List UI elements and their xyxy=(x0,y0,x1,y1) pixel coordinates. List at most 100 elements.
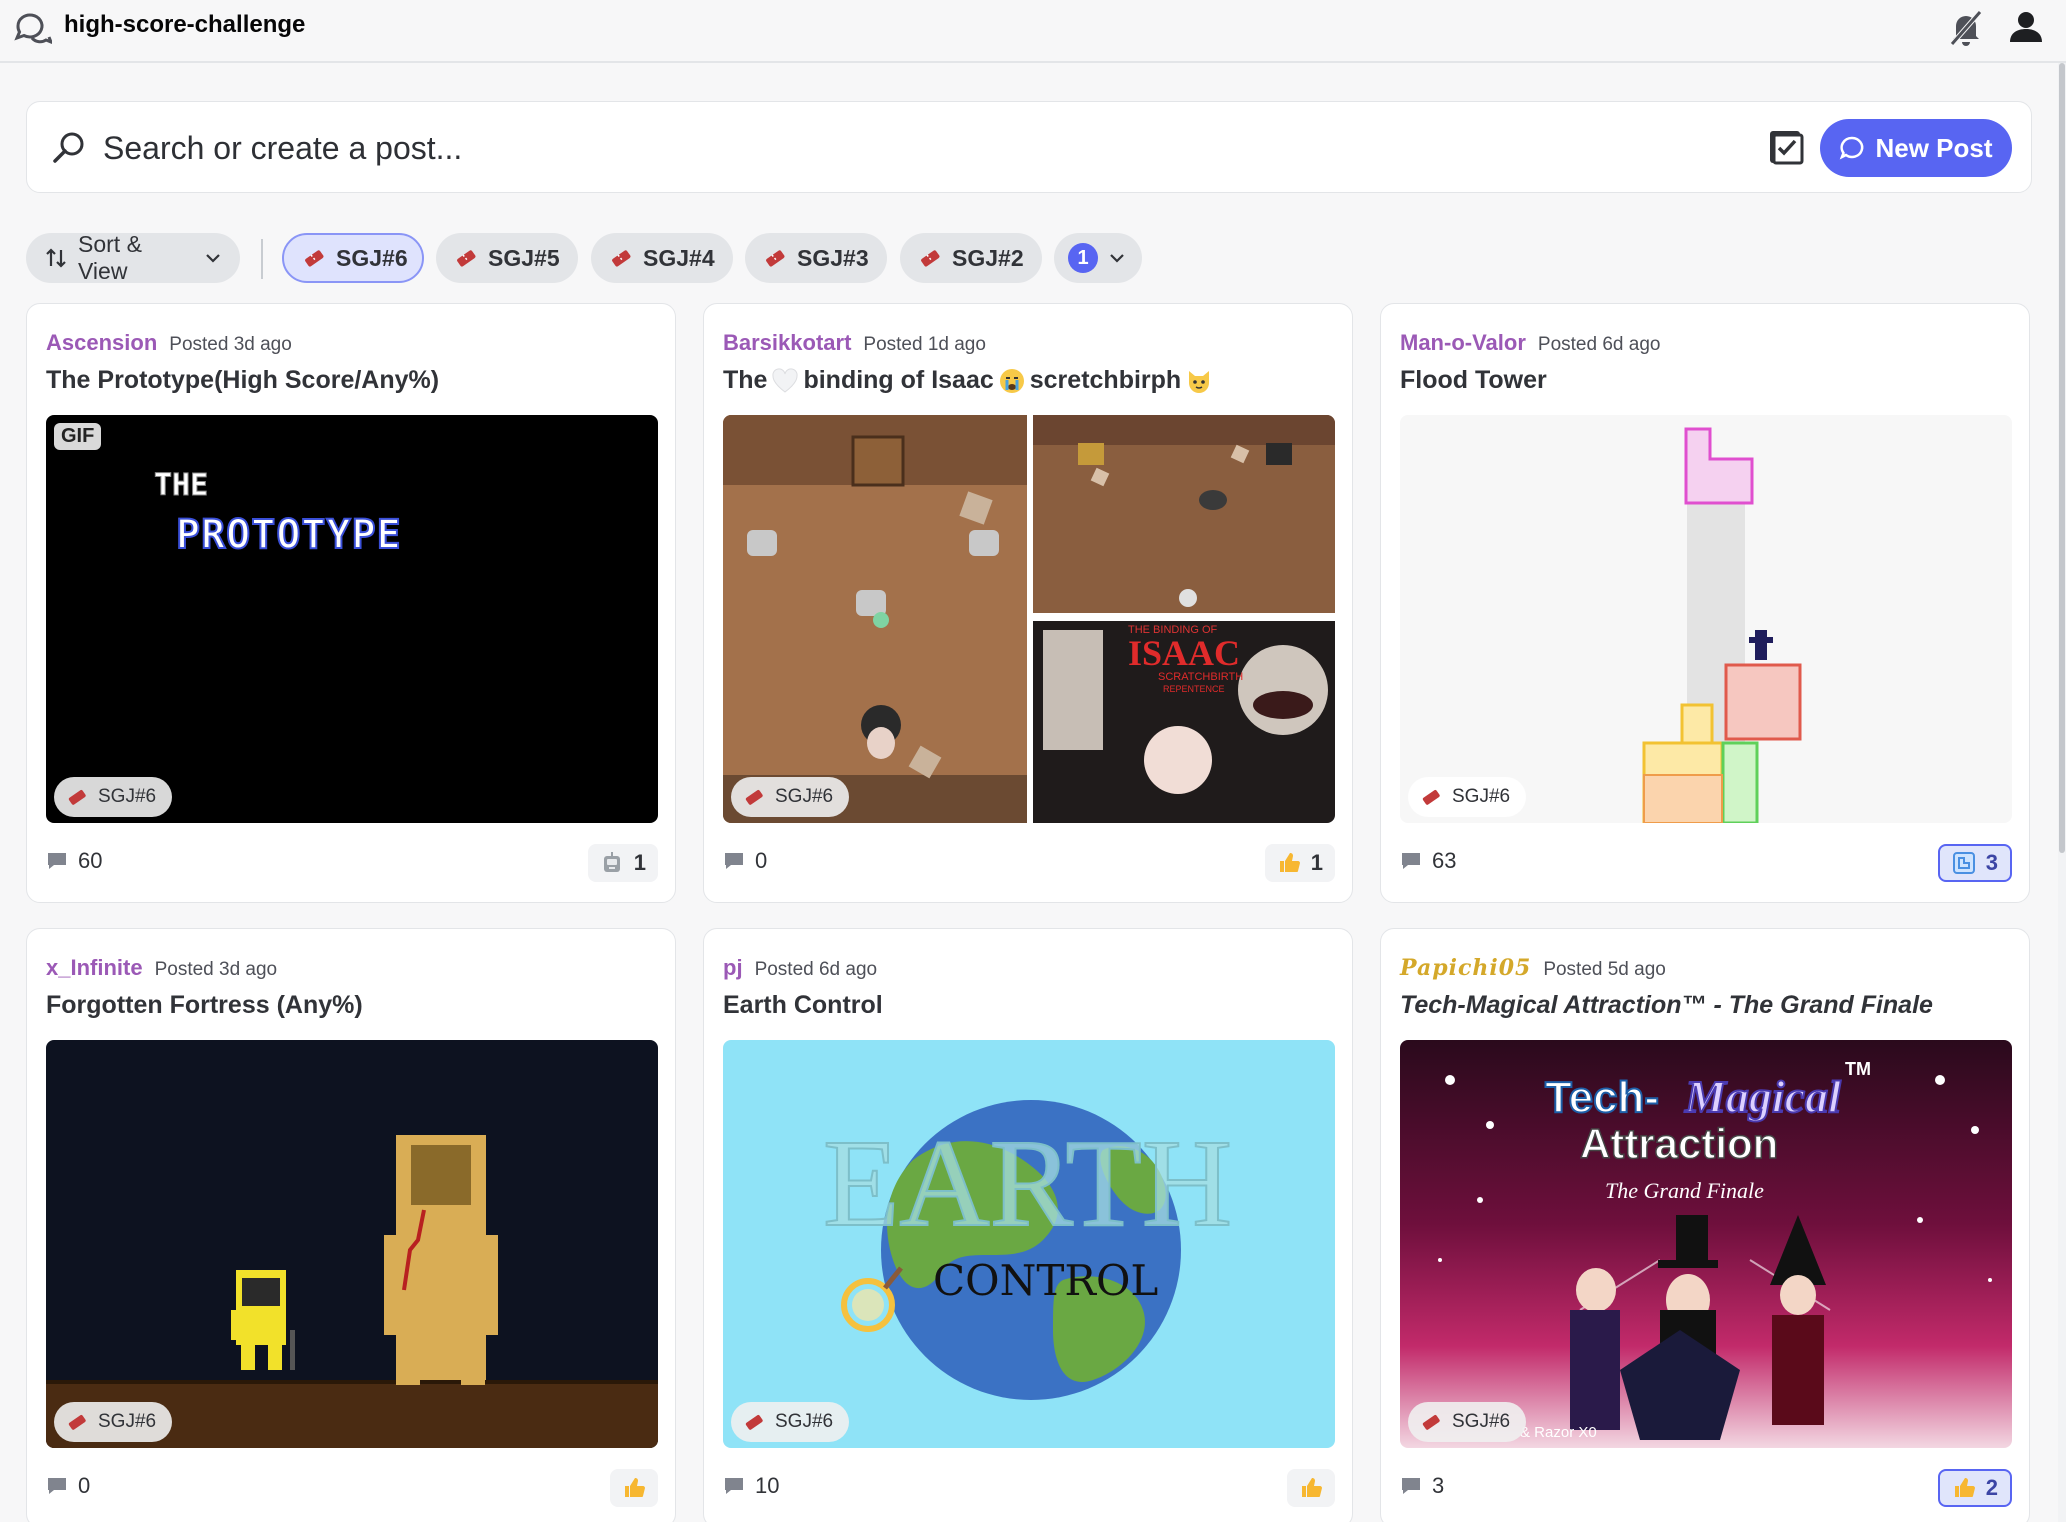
sort-view-button[interactable]: Sort & View xyxy=(26,231,240,284)
notifications-muted-icon[interactable] xyxy=(1944,6,1988,50)
reaction-button[interactable]: 1 xyxy=(587,844,658,882)
post-card[interactable]: Ascension Posted 3d ago The Prototype(Hi… xyxy=(26,303,676,903)
tag-filter-sgj5[interactable]: SGJ#5 xyxy=(436,233,578,283)
white-heart-icon xyxy=(771,367,799,394)
tag-label: SGJ#6 xyxy=(775,786,834,807)
comment-count-value: 0 xyxy=(755,848,768,873)
more-tags-dropdown[interactable]: 1 xyxy=(1054,233,1142,283)
post-card[interactable]: Barsikkotart Posted 1d ago The binding o… xyxy=(703,303,1353,903)
reaction-button[interactable] xyxy=(1287,1469,1335,1507)
thumbs-up-icon xyxy=(1277,851,1301,875)
media-text-prototype: PROTOTYPE xyxy=(176,512,402,558)
ticket-icon xyxy=(1420,786,1442,808)
post-thumbnail[interactable]: SGJ#6 xyxy=(1400,415,2012,823)
post-timestamp: Posted 3d ago xyxy=(154,959,278,980)
media-text-attraction: Attraction xyxy=(1580,1120,1778,1167)
post-meta: Man-o-Valor Posted 6d ago xyxy=(1400,330,1660,360)
checklist-icon[interactable] xyxy=(1765,126,1807,168)
media-text-razor: & Razor X0 xyxy=(1520,1424,1597,1441)
sort-view-label: Sort & View xyxy=(78,231,142,284)
post-meta: Barsikkotart Posted 1d ago xyxy=(723,330,986,360)
reaction-button[interactable]: 2 xyxy=(1937,1469,2012,1507)
post-tag: SGJ#6 xyxy=(54,777,173,817)
comment-count: 0 xyxy=(723,848,767,874)
post-tag: SGJ#6 xyxy=(731,1402,850,1442)
post-card[interactable]: Man-o-Valor Posted 6d ago Flood Tower SG… xyxy=(1380,303,2030,903)
chevron-down-icon xyxy=(204,249,222,267)
post-thumbnail[interactable]: Tech- Magical TM Attraction The Grand Fi… xyxy=(1400,1040,2012,1448)
ticket-icon xyxy=(66,1411,88,1433)
search-bar: New Post xyxy=(26,101,2032,193)
post-author[interactable]: x_Infinite xyxy=(46,955,143,981)
comment-icon xyxy=(723,850,745,872)
ticket-icon xyxy=(454,246,478,270)
post-thumbnail[interactable]: SGJ#6 xyxy=(46,1040,658,1448)
post-author[interactable]: Ascension xyxy=(46,330,157,356)
selected-count-badge: 1 xyxy=(1068,243,1098,273)
reaction-count: 1 xyxy=(633,850,646,875)
cat-face-icon xyxy=(1185,367,1213,395)
post-thumbnail-collage[interactable]: THE BINDING OF ISAAC SCRATCHBIRTH REPENT… xyxy=(723,415,1335,823)
post-timestamp: Posted 3d ago xyxy=(169,334,292,355)
tech-magical-art: Tech- Magical TM Attraction The Grand Fi… xyxy=(1438,1059,1992,1441)
search-icon xyxy=(49,128,89,168)
channel-header: high-score-challenge xyxy=(0,0,2066,63)
comment-count-value: 3 xyxy=(1432,1473,1445,1498)
post-author[interactable]: Man-o-Valor xyxy=(1400,330,1526,356)
tag-label: SGJ#6 xyxy=(98,786,157,807)
post-thumbnail[interactable]: EARTH CONTROL SGJ#6 xyxy=(723,1040,1335,1448)
tag-label: SGJ#3 xyxy=(797,244,869,271)
forgotten-fortress-art xyxy=(46,1135,658,1448)
post-footer: 10 xyxy=(723,1469,1335,1509)
scrollbar[interactable] xyxy=(2058,63,2066,1522)
flood-tower-art xyxy=(1642,427,1802,823)
post-footer: 63 3 xyxy=(1400,844,2012,884)
tag-filter-sgj6[interactable]: SGJ#6 xyxy=(282,233,424,283)
ticket-icon xyxy=(918,246,942,270)
reaction-count: 3 xyxy=(1985,850,1998,875)
search-input[interactable] xyxy=(103,120,1703,176)
reaction-button[interactable] xyxy=(610,1469,658,1507)
comment-count-value: 10 xyxy=(755,1473,780,1498)
post-tag: SGJ#6 xyxy=(54,1402,173,1442)
tag-filter-sgj3[interactable]: SGJ#3 xyxy=(745,233,887,283)
tag-label: SGJ#6 xyxy=(98,1411,157,1432)
post-card[interactable]: Papichi05 Posted 5d ago Tech-Magical Att… xyxy=(1380,928,2030,1522)
post-footer: 60 1 xyxy=(46,844,658,884)
post-meta: Papichi05 Posted 5d ago xyxy=(1400,955,1666,985)
post-author[interactable]: pj xyxy=(723,955,743,981)
filter-divider xyxy=(261,239,263,279)
post-title: Flood Tower xyxy=(1400,366,1547,394)
post-card[interactable]: pj Posted 6d ago Earth Control EARTH CON… xyxy=(703,928,1353,1522)
tag-filter-sgj4[interactable]: SGJ#4 xyxy=(591,233,733,283)
post-timestamp: Posted 6d ago xyxy=(1537,334,1661,355)
post-tag: SGJ#6 xyxy=(1408,1402,1527,1442)
thumbs-up-icon xyxy=(1299,1476,1323,1500)
channel-name: high-score-challenge xyxy=(64,11,306,38)
reaction-button[interactable]: 3 xyxy=(1937,844,2012,882)
ticket-icon xyxy=(302,246,326,270)
member-list-icon[interactable] xyxy=(2004,6,2048,50)
post-title: Forgotten Fortress (Any%) xyxy=(46,991,363,1019)
new-post-button[interactable]: New Post xyxy=(1820,119,2012,177)
tag-label: SGJ#4 xyxy=(643,244,715,271)
ticket-icon xyxy=(743,786,765,808)
media-text-earth: EARTH xyxy=(823,1115,1232,1253)
thumbs-up-icon xyxy=(1952,1476,1976,1500)
post-timestamp: Posted 1d ago xyxy=(863,334,986,355)
comment-icon xyxy=(46,850,68,872)
post-author[interactable]: Papichi05 xyxy=(1400,955,1531,981)
forum-channel-icon xyxy=(12,8,52,48)
tetris-icon xyxy=(1952,851,1976,875)
robot-icon xyxy=(600,851,624,875)
isaac-collage-art: THE BINDING OF ISAAC SCRATCHBIRTH REPENT… xyxy=(723,415,1335,823)
reaction-button[interactable]: 1 xyxy=(1264,844,1335,882)
post-author[interactable]: Barsikkotart xyxy=(723,330,851,356)
comment-count: 10 xyxy=(723,1473,779,1499)
post-card[interactable]: x_Infinite Posted 3d ago Forgotten Fortr… xyxy=(26,928,676,1522)
media-text-magical: Magical xyxy=(1684,1071,1841,1122)
post-thumbnail[interactable]: GIF THE PROTOTYPE SGJ#6 xyxy=(46,415,658,823)
scrollbar-thumb[interactable] xyxy=(2059,63,2065,853)
comment-count-value: 63 xyxy=(1432,848,1457,873)
tag-filter-sgj2[interactable]: SGJ#2 xyxy=(900,233,1042,283)
